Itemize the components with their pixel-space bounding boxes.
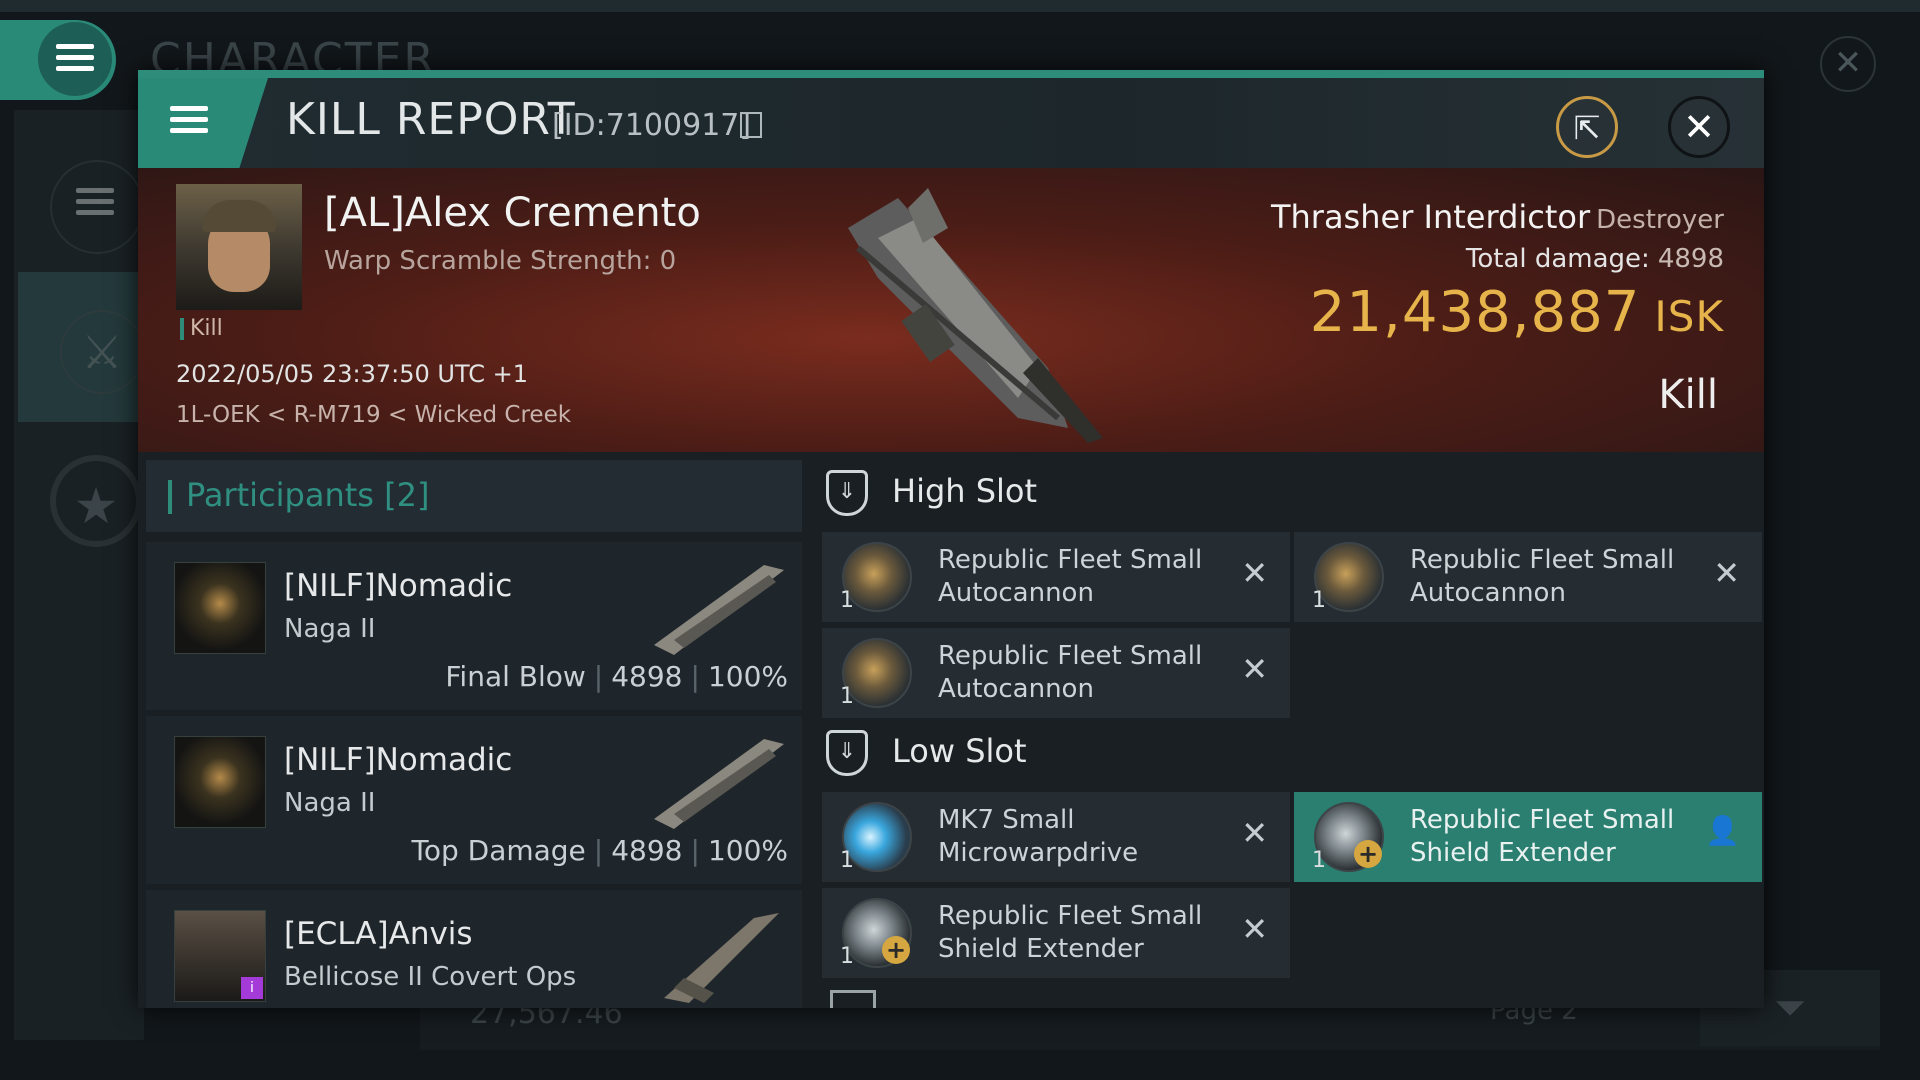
module-item[interactable]: 1 Republic Fleet Small Autocannon ✕ xyxy=(1294,532,1762,622)
isk-unit: ISK xyxy=(1654,292,1724,341)
participant-row[interactable]: i [ECLA]Anvis Bellicose II Covert Ops xyxy=(146,890,802,1008)
background-swords-icon[interactable]: ⚔ xyxy=(60,310,144,394)
participant-stats: Top Damage | 4898 | 100% xyxy=(411,834,788,867)
warp-scramble-strength: Warp Scramble Strength: 0 xyxy=(324,246,677,276)
participant-row[interactable]: [NILF]Nomadic Naga II Top Damage | 4898 | 10… xyxy=(146,716,802,884)
participant-portrait xyxy=(174,736,266,828)
participant-ship-image xyxy=(654,565,784,655)
victim-portrait[interactable] xyxy=(176,184,302,310)
background-star-icon[interactable]: ★ xyxy=(50,455,142,547)
low-slot-icon: ⇓ xyxy=(826,730,868,776)
background-list-icon[interactable] xyxy=(50,160,144,254)
module-quantity: 1 xyxy=(840,944,854,969)
destroyed-icon: ✕ xyxy=(1713,554,1740,592)
modal-accent-line xyxy=(138,70,1764,78)
total-damage-value: 4898 xyxy=(1657,244,1724,274)
plus-icon: + xyxy=(882,936,910,964)
high-slot-icon: ⇓ xyxy=(826,470,868,516)
participants-title: Participants [2] xyxy=(186,476,430,514)
isk-value: 21,438,887 xyxy=(1309,280,1641,345)
module-name: MK7 Small Microwarpdrive xyxy=(938,805,1139,868)
participants-accent-bar xyxy=(168,480,172,514)
module-name: Republic Fleet Small Autocannon xyxy=(938,641,1203,704)
external-link-icon[interactable]: ⇱ xyxy=(1556,96,1618,158)
participants-header[interactable]: Participants [2] xyxy=(146,460,802,532)
info-badge: i xyxy=(241,977,263,999)
participant-ship: Naga II xyxy=(284,788,376,818)
destroyed-icon: ✕ xyxy=(1241,650,1268,688)
participant-name: [NILF]Nomadic xyxy=(284,568,513,604)
total-damage-line: Total damage: 4898 xyxy=(1466,244,1724,274)
module-quantity: 1 xyxy=(840,684,854,709)
participant-name: [NILF]Nomadic xyxy=(284,742,513,778)
module-quantity: 1 xyxy=(840,848,854,873)
victim-name[interactable]: [AL]Alex Cremento xyxy=(324,190,701,236)
participant-row[interactable]: [NILF]Nomadic Naga II Final Blow | 4898 | 10… xyxy=(146,542,802,710)
kill-result: Kill xyxy=(1658,372,1718,418)
kill-report-menu-button[interactable] xyxy=(138,78,268,168)
menu-icon xyxy=(56,44,94,72)
victim-ship-name[interactable]: Thrasher Interdictor xyxy=(1271,198,1590,236)
copy-icon[interactable] xyxy=(740,112,762,138)
modal-header: KILL REPORT [ID:7100917] ⇱ ✕ xyxy=(138,78,1764,168)
participant-role: Final Blow xyxy=(445,660,586,693)
background-top-bar xyxy=(0,0,1920,12)
participant-ship: Bellicose II Covert Ops xyxy=(284,962,577,992)
participant-portrait xyxy=(174,562,266,654)
participant-ship: Naga II xyxy=(284,614,376,644)
close-icon[interactable]: ✕ xyxy=(1668,96,1730,158)
kill-report-id: [ID:7100917] xyxy=(552,108,752,143)
main-menu-button[interactable] xyxy=(0,20,116,100)
kill-report-modal: KILL REPORT [ID:7100917] ⇱ ✕ [AL]Alex Cr… xyxy=(138,70,1764,1008)
low-slot-header: ⇓ Low Slot xyxy=(826,718,1746,788)
module-item-selected[interactable]: + 1 Republic Fleet Small Shield Extender… xyxy=(1294,792,1762,882)
kill-report-title: KILL REPORT xyxy=(286,94,576,145)
module-quantity: 1 xyxy=(1312,588,1326,613)
module-name: Republic Fleet Small Shield Extender xyxy=(938,901,1203,964)
plus-icon: + xyxy=(1354,840,1382,868)
low-slot-title: Low Slot xyxy=(892,732,1027,770)
participant-role: Top Damage xyxy=(411,834,586,867)
mid-slot-icon-partial xyxy=(830,990,876,1008)
module-name: Republic Fleet Small Autocannon xyxy=(938,545,1203,608)
module-name: Republic Fleet Small Shield Extender xyxy=(1410,805,1675,868)
participant-ship-image xyxy=(664,913,779,1003)
module-quantity: 1 xyxy=(1312,848,1326,873)
module-quantity: 1 xyxy=(840,588,854,613)
participant-damage: 4898 xyxy=(611,834,683,867)
kill-location: 1L-OEK < R-M719 < Wicked Creek xyxy=(176,402,572,428)
high-slot-header: ⇓ High Slot xyxy=(826,458,1746,528)
dropped-person-icon: 👤 xyxy=(1705,814,1740,847)
participant-name: [ECLA]Anvis xyxy=(284,916,473,952)
destroyed-icon: ✕ xyxy=(1241,910,1268,948)
destroyed-icon: ✕ xyxy=(1241,814,1268,852)
victim-ship-image[interactable] xyxy=(818,168,1118,452)
destroyed-icon: ✕ xyxy=(1241,554,1268,592)
victim-ship-class: Destroyer xyxy=(1596,205,1724,235)
menu-icon xyxy=(170,106,208,134)
victim-banner: [AL]Alex Cremento Warp Scramble Strength… xyxy=(138,168,1764,452)
participant-portrait: i xyxy=(174,910,266,1002)
main-menu-circle xyxy=(38,22,112,96)
kill-datetime: 2022/05/05 23:37:50 UTC +1 xyxy=(176,360,528,388)
module-name: Republic Fleet Small Autocannon xyxy=(1410,545,1675,608)
victim-ship-info: Thrasher Interdictor Destroyer xyxy=(1271,198,1724,236)
kill-tag: Kill xyxy=(180,318,223,340)
background-close-icon[interactable]: ✕ xyxy=(1820,36,1876,92)
module-item[interactable]: + 1 Republic Fleet Small Shield Extender… xyxy=(822,888,1290,978)
module-item[interactable]: 1 MK7 Small Microwarpdrive ✕ xyxy=(822,792,1290,882)
participant-ship-image xyxy=(654,739,784,829)
total-damage-label: Total damage: xyxy=(1465,244,1650,274)
participant-stats: Final Blow | 4898 | 100% xyxy=(445,660,788,693)
isk-value-line: 21,438,887 ISK xyxy=(1310,280,1724,345)
participant-percent: 100% xyxy=(707,834,788,867)
participant-percent: 100% xyxy=(707,660,788,693)
high-slot-title: High Slot xyxy=(892,472,1038,510)
participant-damage: 4898 xyxy=(611,660,683,693)
module-item[interactable]: 1 Republic Fleet Small Autocannon ✕ xyxy=(822,532,1290,622)
module-item[interactable]: 1 Republic Fleet Small Autocannon ✕ xyxy=(822,628,1290,718)
